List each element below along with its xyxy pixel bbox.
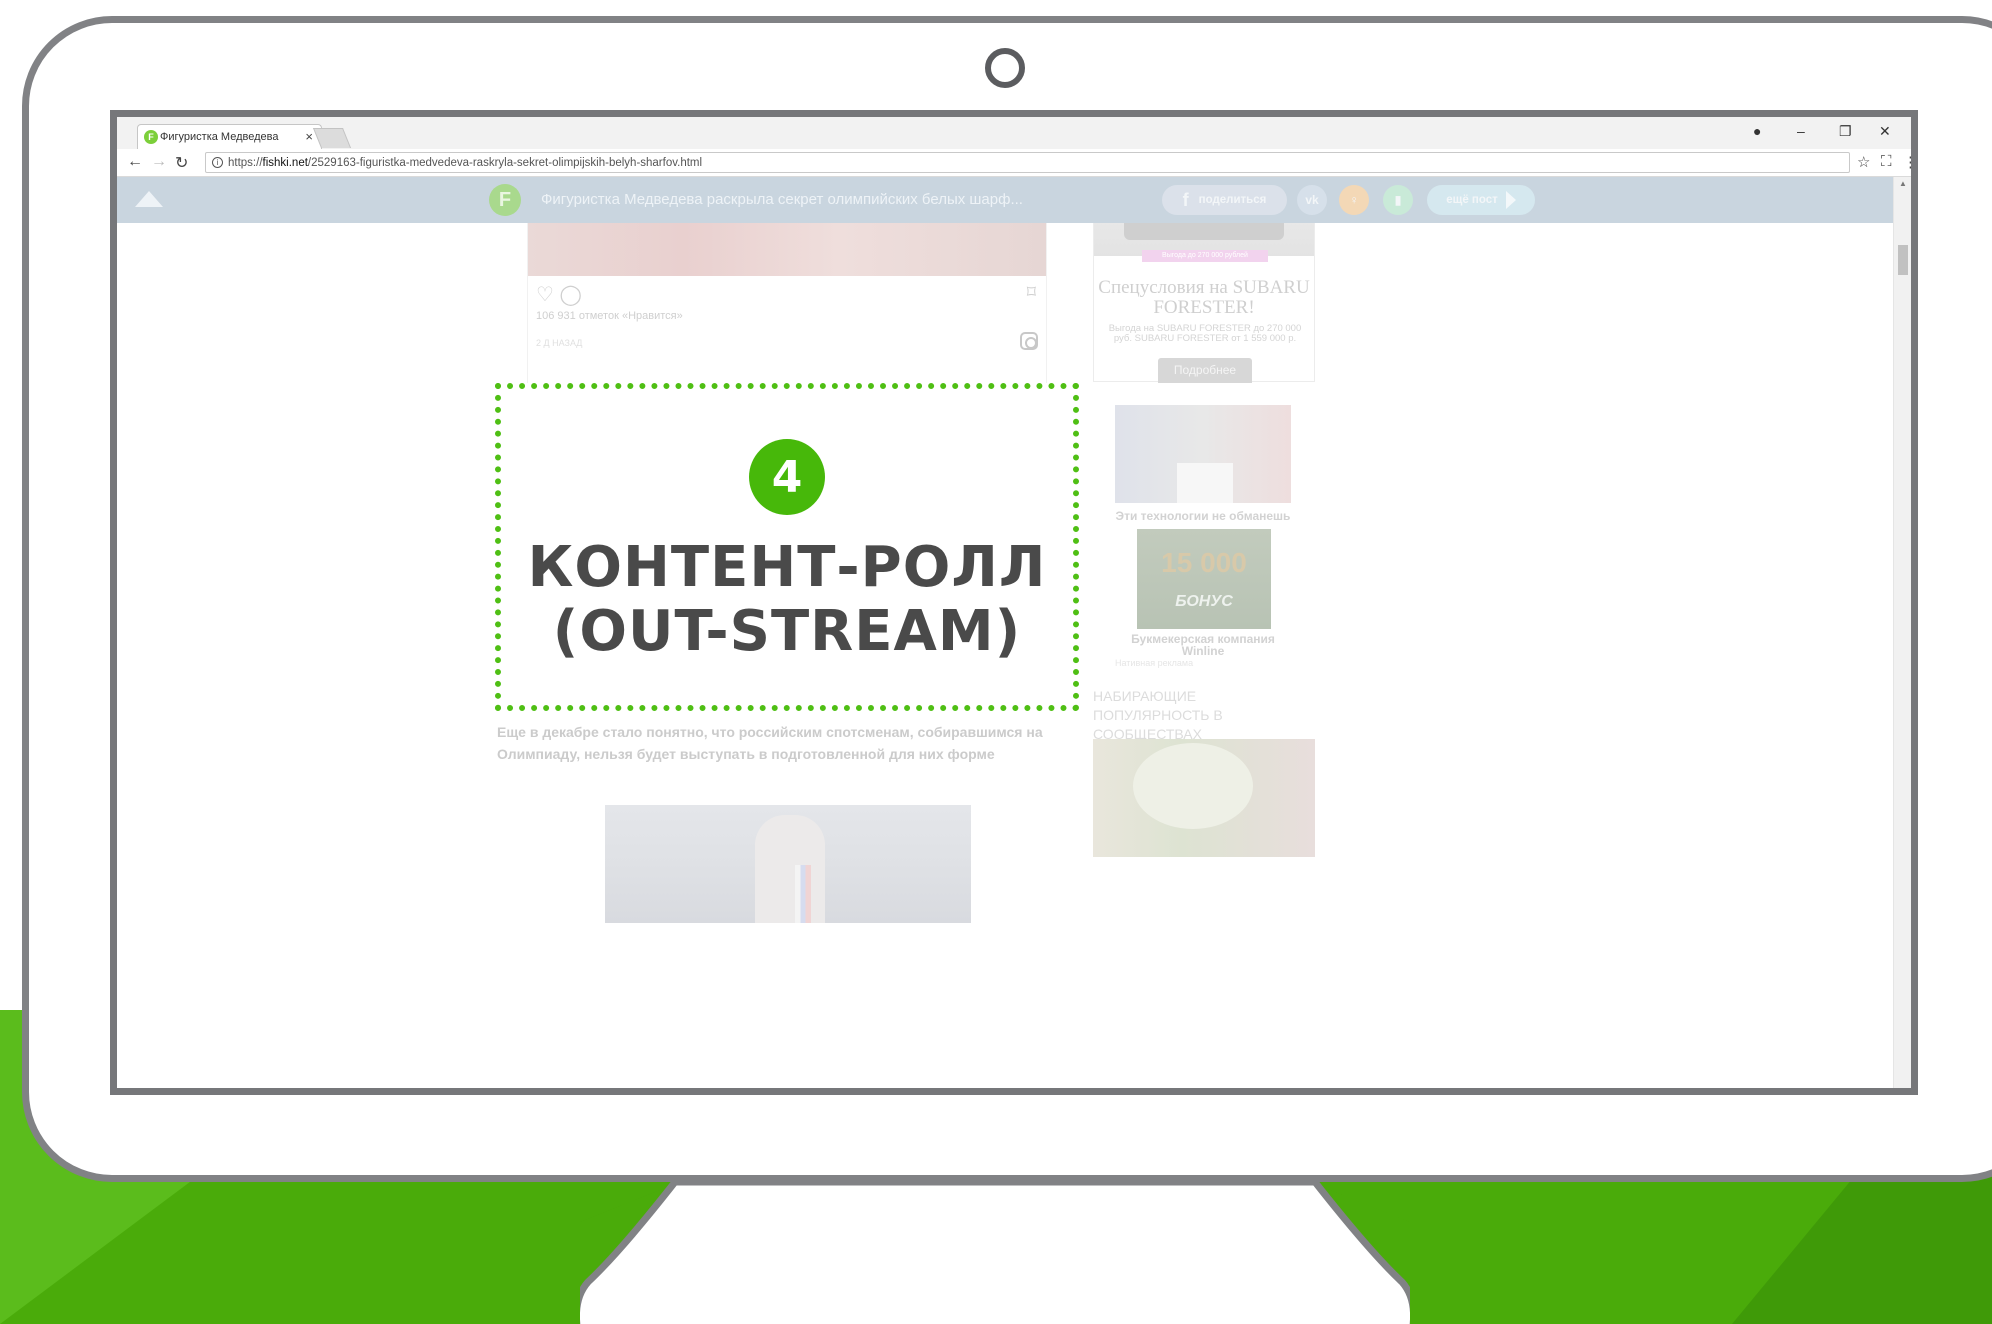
minimize-icon[interactable]: – bbox=[1797, 123, 1805, 139]
url-input[interactable]: i https:// fishki.net /2529163-figuristk… bbox=[205, 152, 1850, 173]
play-arrow-icon bbox=[1505, 191, 1516, 209]
url-host: fishki.net bbox=[262, 156, 308, 169]
video-flag-stripe bbox=[795, 865, 811, 923]
browser-tab[interactable]: F Фигуристка Медведева × bbox=[137, 124, 322, 149]
content-roll-zone: 4 КОНТЕНТ-РОЛЛ (OUT-STREAM) bbox=[495, 383, 1079, 711]
zone-title-line-2: (OUT-STREAM) bbox=[552, 599, 1022, 664]
page-viewport: ♡ ◯ ⌑ 106 931 отметок «Нравится» 2 Д НАЗ… bbox=[117, 177, 1895, 1088]
scroll-up-icon[interactable] bbox=[135, 191, 163, 207]
close-window-icon[interactable]: ✕ bbox=[1879, 123, 1891, 140]
reload-icon[interactable]: ↻ bbox=[175, 153, 188, 173]
monitor-stand bbox=[580, 1182, 1410, 1324]
share-label: поделиться bbox=[1198, 194, 1267, 206]
facebook-share-button[interactable]: f поделиться bbox=[1162, 185, 1287, 215]
address-bar: ← → ↻ i https:// fishki.net /2529163-fig… bbox=[117, 149, 1911, 177]
scroll-down-arrow-icon[interactable]: ▼ bbox=[1899, 1091, 1907, 1095]
next-post-label: ещё пост bbox=[1446, 194, 1498, 206]
zone-title-line-1: КОНТЕНТ-РОЛЛ bbox=[527, 535, 1047, 600]
back-arrow-icon[interactable]: ← bbox=[127, 153, 143, 171]
next-post-button[interactable]: ещё пост bbox=[1427, 185, 1535, 215]
native-ad-label: Нативная реклама bbox=[1115, 658, 1194, 668]
section-heading: НАБИРАЮЩИЕ ПОПУЛЯРНОСТЬ В СООБЩЕСТВАХ bbox=[1093, 688, 1223, 742]
site-sticky-header: F Фигуристка Медведева раскрыла секрет о… bbox=[117, 177, 1895, 223]
info-icon[interactable]: i bbox=[212, 157, 223, 168]
teaser-bonus: БОНУС bbox=[1175, 593, 1233, 610]
favicon-icon: F bbox=[144, 130, 158, 144]
cast-icon[interactable]: ⛶ bbox=[1881, 153, 1892, 170]
odnoklassniki-icon[interactable]: ♀ bbox=[1339, 185, 1369, 215]
ad-title: Спецусловия на SUBARU FORESTER! bbox=[1098, 277, 1310, 318]
article-paragraph: Еще в декабре стало понятно, что российс… bbox=[497, 724, 1043, 762]
url-path: /2529163-figuristka-medvedeva-raskryla-s… bbox=[307, 156, 703, 169]
zone-number-badge: 4 bbox=[749, 439, 825, 515]
webcam-icon bbox=[985, 48, 1025, 88]
ad-ribbon: Выгода до 270 000 рублей bbox=[1142, 250, 1268, 262]
like-comment-icons[interactable]: ♡ ◯ bbox=[536, 282, 582, 307]
teaser-image-2[interactable]: 15 000 БОНУС bbox=[1137, 529, 1271, 629]
ballot-box bbox=[1177, 463, 1233, 503]
vk-share-button[interactable]: vk bbox=[1297, 185, 1327, 215]
teaser-number: 15 000 bbox=[1161, 547, 1247, 578]
restore-icon[interactable]: ❐ bbox=[1839, 123, 1852, 140]
video-thumbnail[interactable] bbox=[605, 805, 971, 923]
forward-arrow-icon[interactable]: → bbox=[151, 153, 167, 171]
scroll-up-arrow-icon[interactable]: ▲ bbox=[1899, 179, 1907, 188]
teaser-image-1[interactable] bbox=[1115, 405, 1291, 503]
profile-icon[interactable]: ● bbox=[1753, 123, 1761, 139]
ad-more-button[interactable]: Подробнее bbox=[1158, 358, 1252, 383]
tab-strip: F Фигуристка Медведева × ● – ❐ ✕ bbox=[117, 117, 1911, 149]
teaser-caption-1[interactable]: Эти технологии не обманешь bbox=[1115, 509, 1291, 523]
ad-description: Выгода на SUBARU FORESTER до 270 000 руб… bbox=[1108, 323, 1302, 344]
food-plate bbox=[1133, 743, 1253, 829]
tab-title: Фигуристка Медведева bbox=[160, 131, 279, 143]
kebab-menu-icon[interactable]: ⋮ bbox=[1903, 153, 1911, 171]
community-teaser-image[interactable] bbox=[1093, 739, 1315, 857]
close-tab-icon[interactable]: × bbox=[305, 129, 313, 144]
facebook-icon: f bbox=[1182, 189, 1189, 210]
url-prefix: https:// bbox=[228, 156, 263, 169]
instagram-icon[interactable] bbox=[1020, 332, 1038, 350]
browser-window: F Фигуристка Медведева × ● – ❐ ✕ ← → ↻ i… bbox=[110, 110, 1918, 1095]
teaser-caption-2[interactable]: Букмекерская компания Winline bbox=[1115, 633, 1291, 657]
video-person bbox=[755, 815, 825, 923]
scrollbar-thumb[interactable] bbox=[1898, 245, 1908, 275]
site-logo[interactable]: F bbox=[489, 184, 521, 216]
bookmark-icon[interactable]: ⌑ bbox=[1027, 282, 1036, 303]
header-article-title: Фигуристка Медведева раскрыла секрет оли… bbox=[541, 191, 1023, 208]
comments-icon[interactable]: ▮ bbox=[1383, 185, 1413, 215]
star-icon[interactable]: ☆ bbox=[1857, 153, 1870, 171]
page-scrollbar[interactable]: ▲ ▼ bbox=[1893, 177, 1911, 1095]
likes-count: 106 931 отметок «Нравится» bbox=[536, 310, 683, 322]
post-time: 2 Д НАЗАД bbox=[536, 338, 583, 348]
